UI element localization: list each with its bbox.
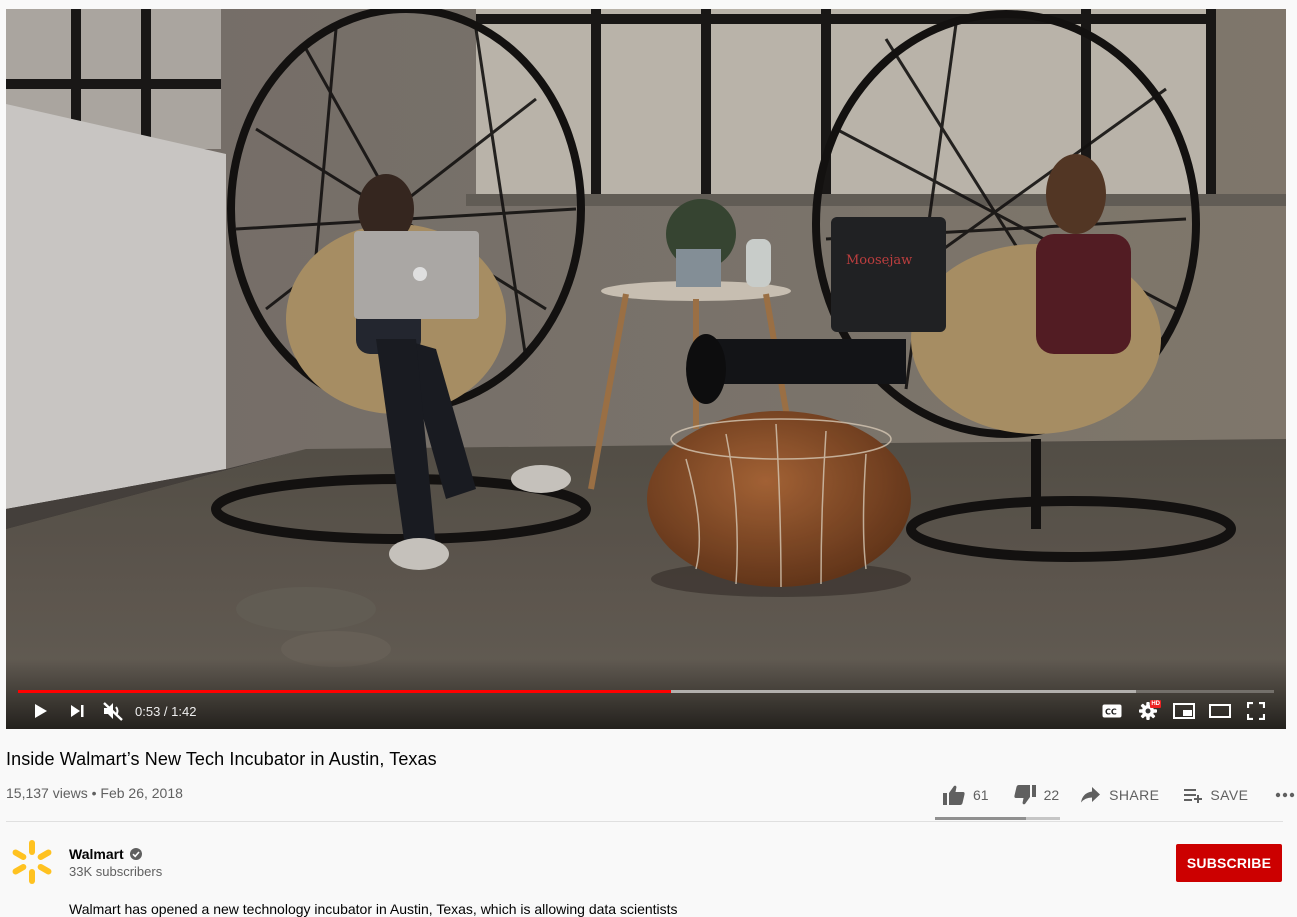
subscribe-button[interactable]: SUBSCRIBE <box>1176 844 1282 882</box>
video-frame: Moosejaw <box>6 9 1286 729</box>
like-count: 61 <box>973 787 989 803</box>
captions-button[interactable]: CC <box>1094 697 1130 725</box>
captions-icon: CC <box>1102 704 1122 718</box>
like-ratio-fill <box>935 817 1027 820</box>
next-icon <box>71 705 84 717</box>
time-separator: / <box>160 703 172 719</box>
meta-separator: • <box>87 785 101 801</box>
video-title: Inside Walmart’s New Tech Incubator in A… <box>6 749 437 769</box>
current-time: 0:53 <box>135 703 161 719</box>
verified-check-icon <box>129 848 142 860</box>
miniplayer-button[interactable] <box>1166 697 1202 725</box>
miniplayer-icon <box>1173 703 1195 719</box>
dislike-count: 22 <box>1043 787 1060 803</box>
mute-button[interactable] <box>95 697 131 725</box>
like-dislike-bar <box>935 817 1060 820</box>
play-button[interactable] <box>23 697 59 725</box>
subscriber-count: 33K subscribers <box>69 864 163 879</box>
video-actions: 61 22 SHARE SAVE <box>935 780 1295 810</box>
description-text: Walmart has opened a new technology incu… <box>69 901 678 917</box>
time-display: 0:53 / 1:42 <box>135 704 196 719</box>
more-icon <box>1276 792 1295 798</box>
save-label: SAVE <box>1210 787 1249 803</box>
save-button[interactable]: SAVE <box>1184 787 1248 803</box>
play-icon <box>35 704 47 718</box>
dislike-button[interactable]: 22 <box>1013 785 1060 805</box>
share-button[interactable]: SHARE <box>1081 787 1159 803</box>
thumbs-down-icon <box>1013 785 1036 805</box>
muted-volume-icon <box>103 702 123 721</box>
hd-badge: HD <box>1150 700 1161 708</box>
video-meta: 15,137 views • Feb 26, 2018 <box>6 785 183 801</box>
fullscreen-button[interactable] <box>1238 697 1274 725</box>
fullscreen-icon <box>1247 702 1265 720</box>
video-player[interactable]: Moosejaw 0:53 / 1:42 CC HD <box>6 9 1286 729</box>
view-count: 15,137 views <box>6 785 88 801</box>
svg-text:CC: CC <box>1105 708 1117 717</box>
channel-name-link[interactable]: Walmart <box>69 846 142 862</box>
thumbs-up-icon <box>943 785 965 805</box>
share-label: SHARE <box>1109 787 1160 803</box>
settings-button[interactable]: HD <box>1130 697 1166 725</box>
theater-mode-button[interactable] <box>1202 697 1238 725</box>
next-button[interactable] <box>59 697 95 725</box>
progress-bar[interactable] <box>18 690 1274 693</box>
more-actions-button[interactable] <box>1275 792 1295 798</box>
share-arrow-icon <box>1081 787 1101 803</box>
channel-name: Walmart <box>69 846 124 862</box>
player-controls: 0:53 / 1:42 CC HD <box>6 697 1286 725</box>
divider <box>6 821 1283 822</box>
duration: 1:42 <box>171 703 197 719</box>
theater-icon <box>1209 704 1231 718</box>
like-button[interactable]: 61 <box>943 785 989 805</box>
channel-avatar-walmart-spark-icon[interactable] <box>8 838 56 886</box>
upload-date: Feb 26, 2018 <box>100 785 183 801</box>
playlist-add-icon <box>1184 789 1203 803</box>
progress-played <box>18 690 672 693</box>
